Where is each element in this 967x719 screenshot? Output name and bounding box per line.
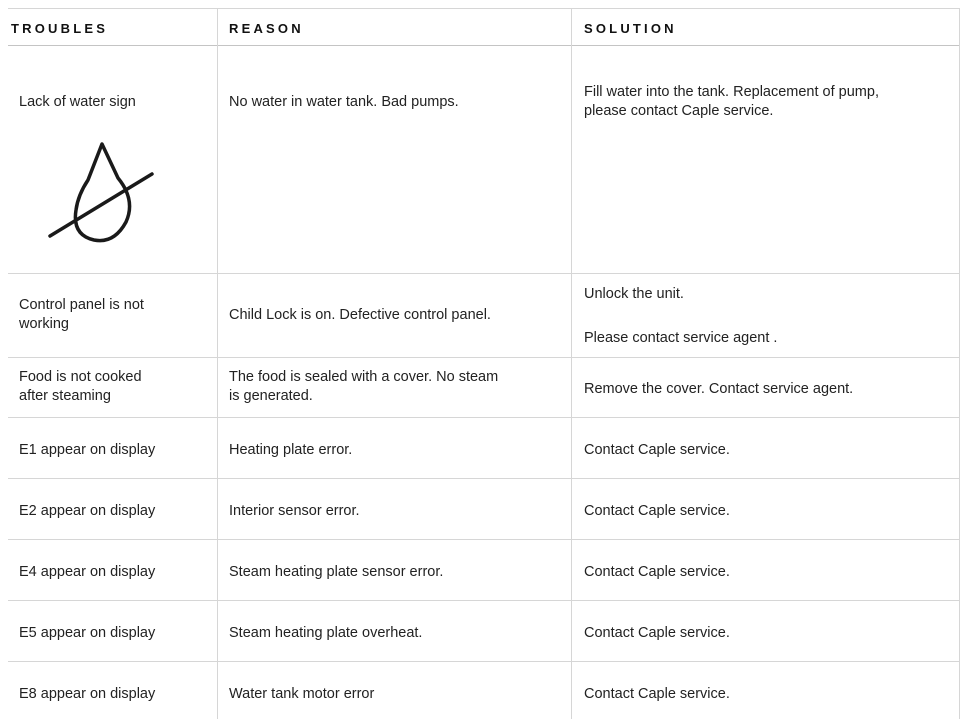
header-bottom-rule xyxy=(8,45,959,46)
row-divider xyxy=(8,478,959,479)
solution-cell: Contact Caple service. xyxy=(584,625,730,641)
reason-cell: Water tank motor error xyxy=(229,686,375,702)
row-divider xyxy=(8,357,959,358)
trouble-cell: E4 appear on display xyxy=(19,564,156,580)
row-divider xyxy=(8,417,959,418)
reason-cell: No water in water tank. Bad pumps. xyxy=(229,94,459,110)
row-divider xyxy=(8,661,959,662)
solution-cell-line2: please contact Caple service. xyxy=(584,103,774,119)
trouble-cell: E1 appear on display xyxy=(19,442,156,458)
column-divider xyxy=(571,8,572,719)
trouble-cell-line2: after steaming xyxy=(19,388,111,404)
solution-cell: Contact Caple service. xyxy=(584,442,730,458)
header-troubles: TROUBLES xyxy=(11,21,109,36)
troubleshooting-table: TROUBLES REASON SOLUTION Lack of water s… xyxy=(0,0,967,719)
water-drop-crossed-icon xyxy=(48,142,154,243)
reason-cell: Child Lock is on. Defective control pane… xyxy=(229,307,491,323)
trouble-cell-line2: working xyxy=(19,316,69,332)
solution-cell-line1: Fill water into the tank. Replacement of… xyxy=(584,84,879,100)
trouble-cell-line1: Food is not cooked xyxy=(19,369,142,385)
reason-cell-line2: is generated. xyxy=(229,388,313,404)
reason-cell: Heating plate error. xyxy=(229,442,353,458)
reason-cell-line1: The food is sealed with a cover. No stea… xyxy=(229,369,499,385)
solution-cell: Contact Caple service. xyxy=(584,564,730,580)
reason-cell: Interior sensor error. xyxy=(229,503,360,519)
table-top-rule xyxy=(8,8,959,9)
solution-cell: Remove the cover. Contact service agent. xyxy=(584,381,854,397)
column-divider xyxy=(217,8,218,719)
header-reason: REASON xyxy=(229,21,304,36)
solution-cell: Contact Caple service. xyxy=(584,686,730,702)
row-divider xyxy=(8,539,959,540)
trouble-cell: E2 appear on display xyxy=(19,503,156,519)
reason-cell: Steam heating plate sensor error. xyxy=(229,564,444,580)
row-divider xyxy=(8,273,959,274)
trouble-cell: Lack of water sign xyxy=(19,94,136,110)
solution-cell-line2: Please contact service agent . xyxy=(584,330,778,346)
table-right-rule xyxy=(959,8,960,719)
trouble-cell-line1: Control panel is not xyxy=(19,297,144,313)
header-solution: SOLUTION xyxy=(584,21,677,36)
row-divider xyxy=(8,600,959,601)
trouble-cell: E8 appear on display xyxy=(19,686,156,702)
trouble-cell: E5 appear on display xyxy=(19,625,156,641)
solution-cell-line1: Unlock the unit. xyxy=(584,286,684,302)
solution-cell: Contact Caple service. xyxy=(584,503,730,519)
reason-cell: Steam heating plate overheat. xyxy=(229,625,423,641)
